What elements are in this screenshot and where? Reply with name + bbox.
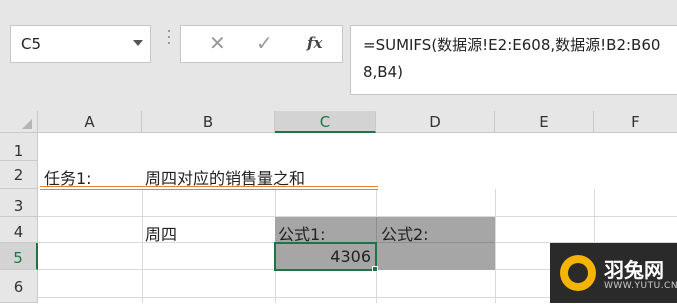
column-header-d[interactable]: D — [376, 111, 495, 133]
formula-input[interactable]: =SUMIFS(数据源!E2:E608,数据源!B2:B608,B4) — [350, 25, 677, 95]
name-box[interactable]: C5 — [10, 25, 151, 63]
drag-handle-icon[interactable] — [168, 30, 171, 50]
row-header-3[interactable]: 3 — [0, 189, 38, 217]
fill-handle[interactable] — [372, 266, 378, 272]
row-header-5[interactable]: 5 — [0, 243, 38, 270]
formula-text: =SUMIFS(数据源!E2:E608,数据源!B2:B608,B4) — [363, 36, 661, 81]
logo-icon-inner — [568, 263, 588, 283]
selected-cell-c5[interactable]: 4306 — [274, 242, 377, 271]
cell-c5-value: 4306 — [330, 247, 371, 266]
enter-icon[interactable]: ✓ — [256, 31, 273, 55]
select-all-button[interactable] — [0, 111, 38, 133]
row-header-4[interactable]: 4 — [0, 217, 38, 243]
gridline — [495, 189, 496, 303]
cancel-icon[interactable]: ✕ — [209, 31, 226, 55]
select-all-triangle-icon — [22, 119, 32, 129]
underline — [40, 186, 378, 187]
column-header-a[interactable]: A — [38, 111, 142, 133]
name-box-value: C5 — [21, 35, 42, 53]
column-header-c[interactable]: C — [275, 111, 376, 133]
chevron-down-icon[interactable] — [133, 40, 143, 46]
row-header-2[interactable]: 2 — [0, 161, 38, 189]
cell-b4[interactable]: 周四 — [145, 221, 177, 245]
underline — [40, 189, 378, 190]
watermark-title: 羽兔网 — [604, 258, 664, 282]
formula-buttons: ✕ ✓ fx — [180, 25, 343, 63]
column-header-f[interactable]: F — [594, 111, 677, 133]
row-header-1[interactable]: 1 — [0, 133, 38, 161]
cell-d4[interactable]: 公式2: — [381, 221, 429, 245]
column-header-b[interactable]: B — [142, 111, 275, 133]
watermark-url: WWW.YUTU.CN — [604, 281, 677, 291]
insert-function-icon[interactable]: fx — [307, 34, 322, 52]
logo-icon — [560, 255, 596, 291]
watermark: 羽兔网 WWW.YUTU.CN — [550, 243, 677, 303]
row-header-6[interactable]: 6 — [0, 270, 38, 303]
column-header-e[interactable]: E — [495, 111, 594, 133]
gridline — [142, 189, 143, 303]
